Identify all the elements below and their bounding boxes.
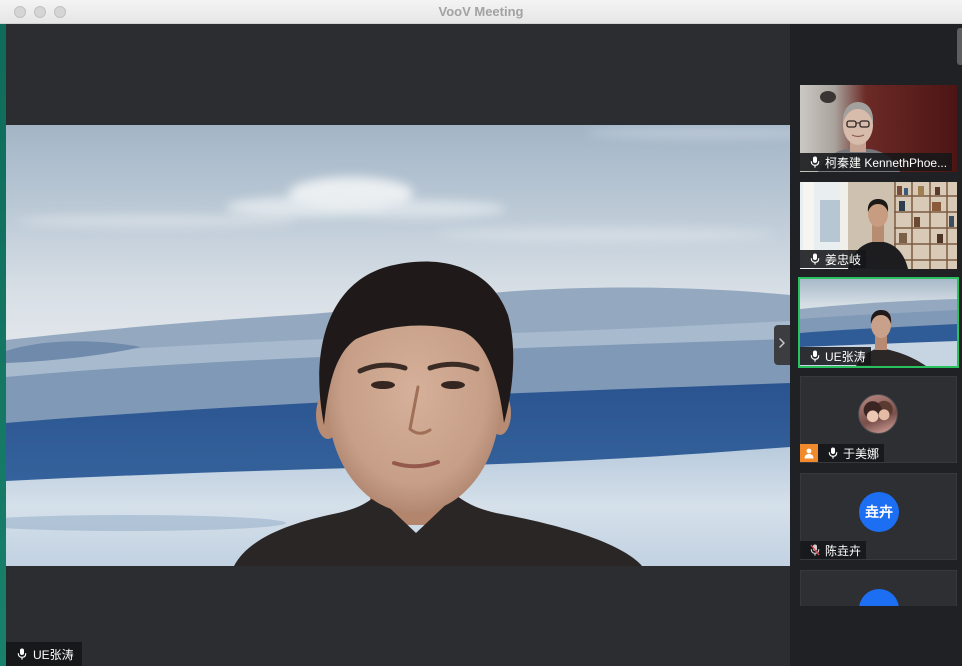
participant-tile[interactable]: 于美娜 — [800, 376, 957, 463]
participant-name-tag: 姜忠岐 — [800, 250, 867, 268]
mic-icon — [17, 648, 27, 660]
left-eye — [371, 381, 395, 389]
mic-icon — [810, 156, 820, 168]
participant-list: 柯秦建 KennethPhoe... 姜忠岐 UE张涛 于美娜 垚卉 陈垚卉 — [798, 85, 959, 606]
zoom-window-button[interactable] — [54, 6, 66, 18]
name-tag-body: 姜忠岐 — [800, 250, 867, 268]
right-eye — [441, 381, 465, 389]
participant-name-tag: 陈垚卉 — [800, 541, 867, 559]
mic-icon — [810, 253, 820, 265]
background-object — [820, 91, 836, 103]
mic-icon — [828, 447, 838, 459]
participant-avatar-photo — [858, 394, 898, 434]
participant-name-tag: UE张涛 — [800, 347, 871, 365]
collapse-sidebar-button[interactable] — [774, 325, 790, 365]
main-video-scene — [6, 125, 790, 566]
participant-name: 柯秦建 KennethPhoe... — [825, 155, 948, 170]
user-icon — [800, 444, 818, 462]
mic-icon — [810, 350, 820, 362]
minimize-window-button[interactable] — [34, 6, 46, 18]
participant-tile[interactable]: 垚卉 陈垚卉 — [800, 473, 957, 560]
participant-name: UE张涛 — [825, 349, 866, 364]
sidebar-scrollbar-thumb[interactable] — [957, 28, 962, 65]
participant-name: 于美娜 — [843, 446, 880, 461]
name-tag-body: 于美娜 — [818, 444, 885, 462]
name-tag-body: UE张涛 — [800, 347, 871, 365]
chevron-right-icon — [778, 336, 786, 355]
close-window-button[interactable] — [14, 6, 26, 18]
main-video-participant-name: UE张涛 — [33, 647, 74, 662]
participant-avatar-initials — [859, 589, 899, 606]
participant-tile[interactable]: 柯秦建 KennethPhoe... — [800, 85, 957, 172]
participant-tile[interactable] — [800, 570, 957, 606]
participant-name: 陈垚卉 — [825, 543, 862, 558]
main-video-feed[interactable] — [6, 125, 790, 566]
main-video-name-tag: UE张涛 — [6, 642, 82, 666]
participant-avatar-area — [800, 570, 957, 606]
participant-sidebar: 柯秦建 KennethPhoe... 姜忠岐 UE张涛 于美娜 垚卉 陈垚卉 — [790, 24, 962, 666]
participant-name: 姜忠岐 — [825, 252, 862, 267]
participant-name-tag: 柯秦建 KennethPhoe... — [800, 153, 953, 171]
name-tag-body: 柯秦建 KennethPhoe... — [800, 153, 953, 171]
participant-tile-active-speaker[interactable]: UE张涛 — [798, 277, 959, 368]
mic-muted-icon — [810, 544, 820, 556]
main-stage: UE张涛 — [6, 24, 790, 666]
title-bar: VooV Meeting — [0, 0, 962, 24]
participant-name-tag: 于美娜 — [800, 444, 885, 462]
name-tag-body: 陈垚卉 — [800, 541, 867, 559]
participant-tile[interactable]: 姜忠岐 — [800, 182, 957, 269]
participant-avatar-initials: 垚卉 — [859, 492, 899, 532]
bookshelf — [894, 182, 957, 269]
window-title: VooV Meeting — [438, 4, 524, 19]
